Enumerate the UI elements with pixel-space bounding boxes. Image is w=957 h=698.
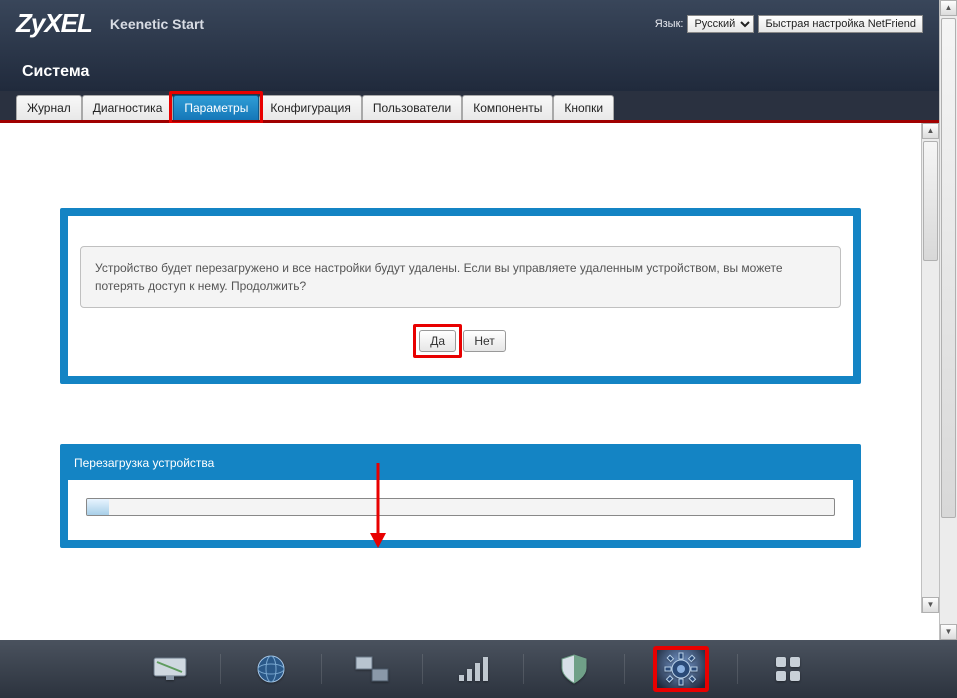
bottom-nav — [0, 640, 957, 698]
content-scrollbar[interactable]: ▲ ▼ — [921, 123, 939, 613]
browser-scroll-up-icon[interactable]: ▲ — [940, 0, 957, 16]
gear-icon[interactable] — [653, 646, 709, 692]
tab-components[interactable]: Компоненты — [462, 95, 553, 120]
globe-icon[interactable] — [249, 651, 293, 687]
reboot-panel-title: Перезагрузка устройства — [68, 452, 853, 480]
tab-buttons[interactable]: Кнопки — [553, 95, 614, 120]
page-title: Система — [22, 63, 923, 81]
tab-diagnostics[interactable]: Диагностика — [82, 95, 174, 120]
browser-scroll-down-icon[interactable]: ▼ — [940, 624, 957, 640]
language-label: Язык: — [655, 18, 684, 30]
confirm-dialog-text: Устройство будет перезагружено и все нас… — [80, 246, 841, 308]
language-select[interactable]: Русский — [687, 15, 754, 33]
scroll-up-icon[interactable]: ▲ — [922, 123, 939, 139]
header-bar: ZyXEL Keenetic Start Язык: Русский Быстр… — [0, 0, 939, 91]
shield-icon[interactable] — [552, 651, 596, 687]
tab-parameters[interactable]: Параметры — [173, 95, 259, 120]
scroll-down-icon[interactable]: ▼ — [922, 597, 939, 613]
apps-icon[interactable] — [766, 651, 810, 687]
content-area: Устройство будет перезагружено и все нас… — [0, 123, 921, 613]
signal-icon[interactable] — [451, 651, 495, 687]
scroll-thumb[interactable] — [923, 141, 938, 261]
yes-button[interactable]: Да — [419, 330, 456, 352]
model-name: Keenetic Start — [110, 16, 204, 32]
reboot-progress-bar — [86, 498, 835, 516]
tab-journal[interactable]: Журнал — [16, 95, 82, 120]
monitor-icon[interactable] — [148, 651, 192, 687]
no-button[interactable]: Нет — [463, 330, 505, 352]
confirm-panel: Устройство будет перезагружено и все нас… — [60, 208, 861, 384]
tab-strip: Журнал Диагностика Параметры Конфигураци… — [0, 91, 939, 123]
browser-scroll-thumb[interactable] — [941, 18, 956, 518]
network-icon[interactable] — [350, 651, 394, 687]
browser-scrollbar[interactable]: ▲ ▼ — [939, 0, 957, 640]
netfriend-button[interactable]: Быстрая настройка NetFriend — [758, 15, 923, 33]
reboot-panel: Перезагрузка устройства — [60, 444, 861, 548]
reboot-progress-fill — [87, 499, 109, 515]
tab-users[interactable]: Пользователи — [362, 95, 462, 120]
tab-configuration[interactable]: Конфигурация — [259, 95, 362, 120]
logo: ZyXEL — [16, 8, 92, 39]
